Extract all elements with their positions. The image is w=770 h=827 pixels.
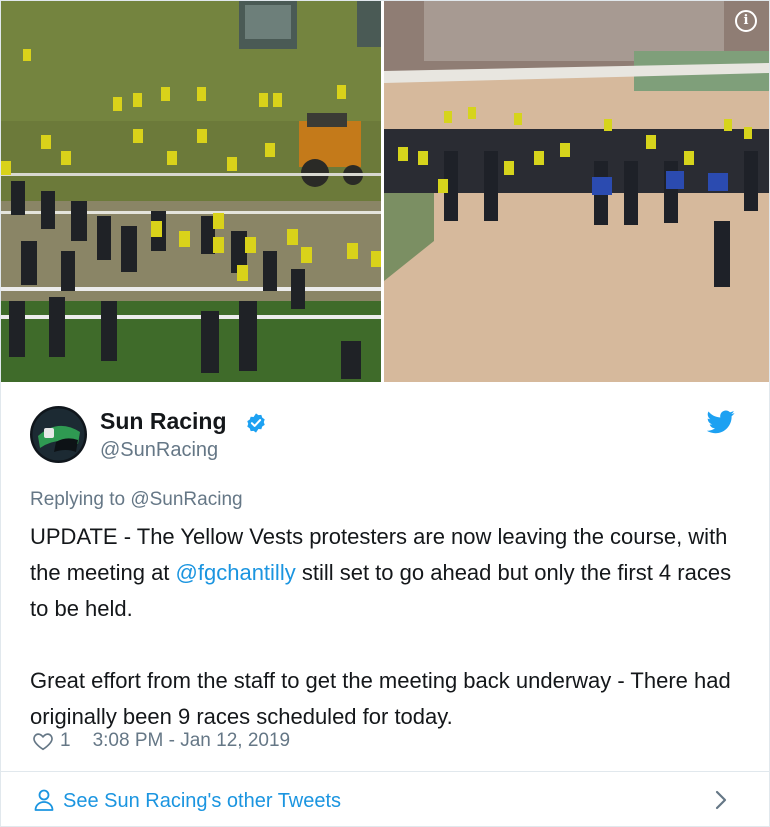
tweet-header: Sun Racing @SunRacing	[1, 382, 769, 482]
photo-protest-track[interactable]	[384, 1, 769, 382]
avatar[interactable]	[30, 406, 87, 463]
tweet-media[interactable]: i	[1, 1, 769, 382]
photo-protest-grass[interactable]	[1, 1, 381, 382]
heart-icon[interactable]	[32, 730, 54, 752]
author-name[interactable]: Sun Racing	[100, 408, 227, 435]
embedded-tweet-card: i Sun Racing @SunRacing Replying to @Sun…	[0, 0, 770, 827]
author-handle[interactable]: @SunRacing	[100, 439, 218, 462]
info-icon[interactable]: i	[735, 10, 757, 32]
user-icon	[34, 789, 54, 811]
mention-link[interactable]: @fgchantilly	[176, 560, 296, 585]
tweet-paragraph-1: UPDATE - The Yellow Vests protesters are…	[30, 519, 745, 627]
tweet-text: UPDATE - The Yellow Vests protesters are…	[30, 519, 745, 735]
like-count[interactable]: 1	[60, 730, 71, 752]
chevron-right-icon[interactable]	[714, 790, 728, 810]
tweet-meta: 1 3:08 PM - Jan 12, 2019	[32, 730, 290, 752]
twitter-bird-icon[interactable]	[707, 410, 735, 434]
see-other-tweets-link[interactable]: See Sun Racing's other Tweets	[63, 790, 341, 813]
verified-badge-icon	[247, 413, 265, 433]
tweet-footer[interactable]: See Sun Racing's other Tweets	[1, 772, 769, 826]
tweet-paragraph-2: Great effort from the staff to get the m…	[30, 668, 731, 729]
tweet-timestamp[interactable]: 3:08 PM - Jan 12, 2019	[93, 730, 291, 752]
replying-to[interactable]: Replying to @SunRacing	[30, 489, 243, 511]
